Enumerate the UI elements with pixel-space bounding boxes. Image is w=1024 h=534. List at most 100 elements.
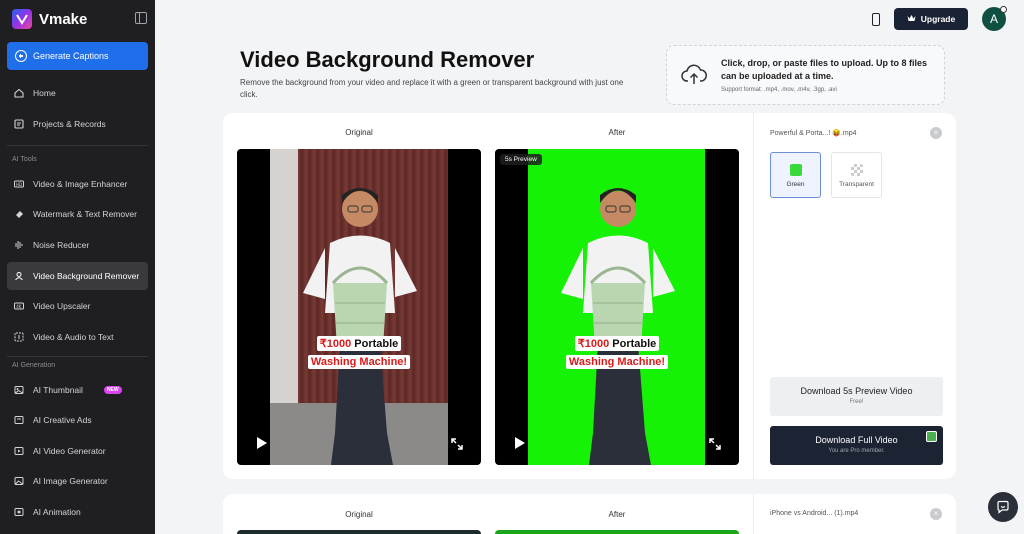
upgrade-label: Upgrade (920, 14, 956, 24)
transcribe-icon (14, 332, 24, 342)
original-label: Original (345, 128, 373, 137)
sidebar-item-label: Home (33, 88, 56, 98)
sidebar-item-label: Watermark & Text Remover (33, 209, 137, 219)
person-figure (561, 188, 675, 465)
upload-dropzone[interactable]: Click, drop, or paste files to upload. U… (666, 45, 945, 105)
person-cutout-icon (14, 271, 24, 281)
sidebar-divider (7, 356, 148, 357)
avatar-initial: A (989, 12, 998, 26)
result-options-panel: Powerful & Porta...! 😝.mp4 × Green Trans… (753, 113, 956, 479)
sidebar-item-ai-creative-ads[interactable]: AI Creative Ads (7, 406, 148, 434)
sidebar-item-label: Video & Audio to Text (33, 332, 114, 342)
download-full-sub: You are Pro member. (828, 448, 885, 454)
page-description: Remove the background from your video an… (240, 78, 624, 99)
caption-line2: Washing Machine! (565, 355, 669, 369)
download-preview-title: Download 5s Preview Video (800, 386, 913, 396)
image-gen-icon (14, 476, 24, 486)
sidebar-item-enhancer[interactable]: HD Video & Image Enhancer (7, 170, 148, 198)
sidebar-item-label: AI Animation (33, 507, 81, 517)
notification-dot (1000, 6, 1007, 13)
brand[interactable]: Vmake (12, 9, 87, 29)
sidebar-divider (7, 145, 148, 146)
page-title: Video Background Remover (240, 47, 535, 72)
green-swatch-icon (789, 164, 802, 176)
sidebar: Vmake Generate Captions Home Projects & … (0, 0, 155, 534)
sidebar-item-noise-reducer[interactable]: Noise Reducer (7, 231, 148, 259)
sidebar-item-video-audio-to-text[interactable]: Video & Audio to Text (7, 323, 148, 351)
sidebar-item-ai-video-generator[interactable]: AI Video Generator (7, 437, 148, 465)
sidebar-item-label: Noise Reducer (33, 240, 90, 250)
original-label: Original (345, 510, 373, 519)
section-label-ai-generation: AI Generation (12, 362, 56, 369)
crown-icon (907, 14, 916, 24)
fullscreen-icon[interactable] (709, 438, 721, 450)
result-options-panel: iPhone vs Android... (1).mp4 × (753, 494, 956, 534)
home-icon (14, 88, 24, 98)
brand-name: Vmake (39, 10, 88, 28)
sidebar-item-home[interactable]: Home (7, 79, 148, 107)
sidebar-item-ai-image-generator[interactable]: AI Image Generator (7, 467, 148, 495)
generate-captions-label: Generate Captions (33, 51, 109, 61)
animation-icon (14, 507, 24, 517)
sidebar-item-video-background-remover[interactable]: Video Background Remover (7, 262, 148, 290)
pro-check-icon (926, 431, 937, 442)
video-caption: ₹1000 Portable Washing Machine! (495, 334, 739, 370)
download-full-title: Download Full Video (815, 435, 898, 445)
sparkle-icon (14, 240, 24, 250)
caption-line1: ₹1000 Portable (574, 336, 660, 351)
thumbnail-icon (14, 385, 24, 395)
after-video-player[interactable]: 5s Preview ₹1000 Portable Washing Machin… (495, 149, 739, 465)
avatar[interactable]: A (982, 6, 1007, 31)
sidebar-collapse-icon[interactable] (135, 12, 147, 24)
ads-icon (14, 415, 24, 425)
bg-option-transparent[interactable]: Transparent (831, 152, 882, 198)
topbar: Upgrade A (872, 6, 1007, 31)
cloud-upload-icon (681, 64, 707, 84)
close-icon[interactable]: × (930, 508, 942, 520)
sidebar-item-ai-animation[interactable]: AI Animation (7, 498, 148, 526)
supported-formats: Support format: .mp4, .mov, .m4v, .3gp, … (721, 87, 837, 93)
sidebar-item-label: AI Creative Ads (33, 415, 92, 425)
upload-instructions: Click, drop, or paste files to upload. U… (721, 58, 928, 81)
hd-icon: HD (14, 179, 24, 189)
chat-icon (997, 500, 1009, 514)
sidebar-item-projects[interactable]: Projects & Records (7, 110, 148, 138)
sidebar-item-video-upscaler[interactable]: 4K Video Upscaler (7, 292, 148, 320)
play-icon[interactable] (515, 437, 525, 449)
play-icon[interactable] (257, 437, 267, 449)
after-video-player[interactable] (495, 530, 739, 534)
download-preview-button[interactable]: Download 5s Preview Video Free! (770, 377, 943, 416)
person-figure (303, 188, 417, 465)
eraser-icon (14, 209, 24, 219)
sidebar-item-ai-thumbnail[interactable]: AI Thumbnail NEW (7, 376, 148, 404)
caption-line2: Washing Machine! (307, 355, 411, 369)
sidebar-item-label: AI Thumbnail (33, 385, 83, 395)
svg-text:4K: 4K (16, 304, 22, 309)
video-result-card: Original After ₹1000 Portable Washing Ma… (223, 113, 956, 479)
close-icon[interactable]: × (930, 127, 942, 139)
sidebar-item-watermark-remover[interactable]: Watermark & Text Remover (7, 200, 148, 228)
sidebar-item-label: Projects & Records (33, 119, 106, 129)
vmake-logo-icon (12, 9, 32, 29)
file-name: iPhone vs Android... (1).mp4 (770, 510, 859, 517)
bg-option-green[interactable]: Green (770, 152, 821, 198)
sidebar-item-label: AI Image Generator (33, 476, 108, 486)
generate-captions-button[interactable]: Generate Captions (7, 42, 148, 70)
after-label: After (608, 128, 626, 137)
video-result-card: Original After iPhone vs Android... (1).… (223, 494, 956, 534)
sidebar-item-label: AI Video Generator (33, 446, 106, 456)
upgrade-button[interactable]: Upgrade (894, 8, 968, 30)
original-video-player[interactable] (237, 530, 481, 534)
bg-option-label: Green (786, 181, 805, 188)
phone-icon[interactable] (872, 12, 880, 26)
file-name: Powerful & Porta...! 😝.mp4 (770, 130, 857, 137)
download-full-button[interactable]: Download Full Video You are Pro member. (770, 426, 943, 465)
sidebar-item-label: Video Background Remover (33, 271, 140, 281)
preview-badge: 5s Preview (500, 154, 542, 165)
svg-text:HD: HD (16, 182, 22, 187)
chat-support-button[interactable] (988, 492, 1018, 522)
original-video-player[interactable]: ₹1000 Portable Washing Machine! (237, 149, 481, 465)
fullscreen-icon[interactable] (451, 438, 463, 450)
section-label-ai-tools: AI Tools (12, 156, 37, 163)
plus-circle-icon (15, 50, 27, 62)
